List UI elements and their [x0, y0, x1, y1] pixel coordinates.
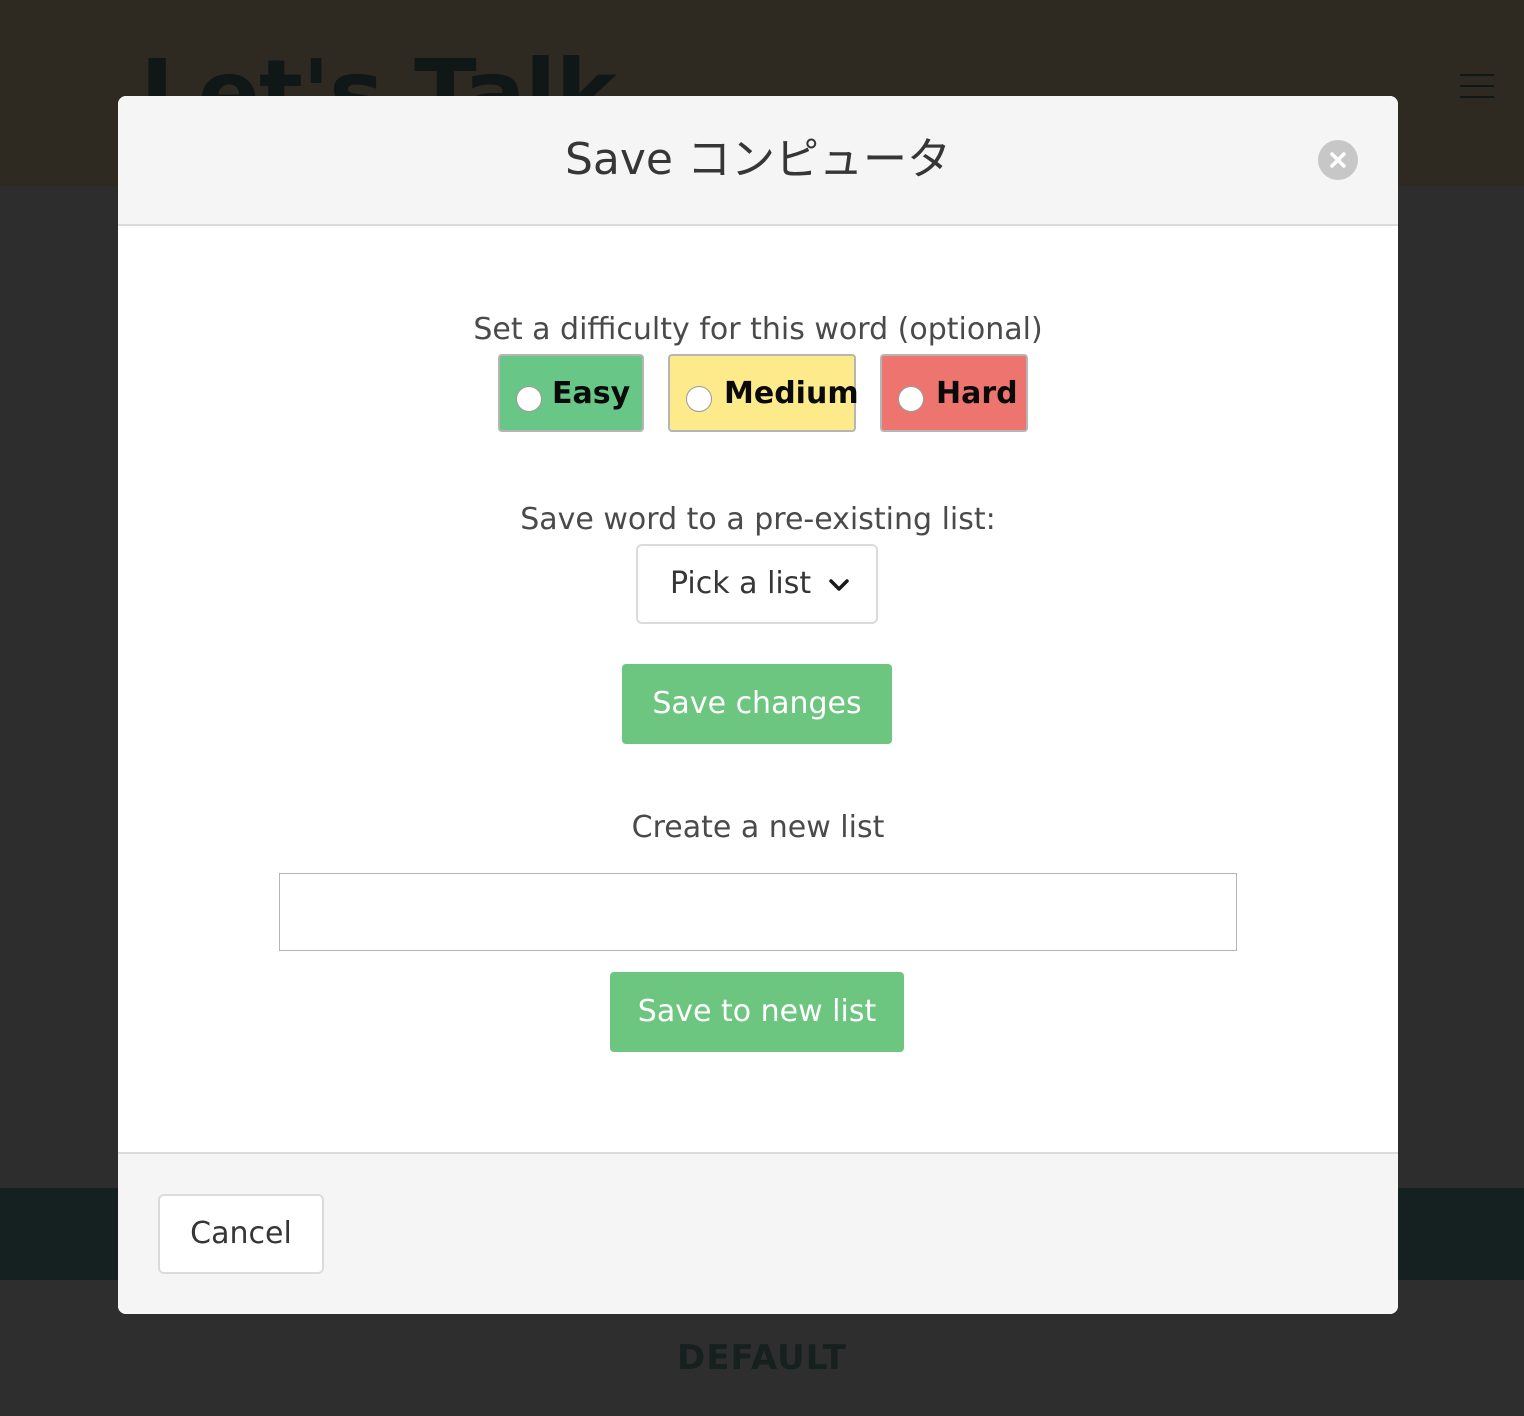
- difficulty-easy-label: Easy: [552, 376, 631, 411]
- modal-body: Set a difficulty for this word (optional…: [118, 226, 1398, 1152]
- difficulty-medium-button[interactable]: Medium: [668, 354, 859, 432]
- difficulty-label: Set a difficulty for this word (optional…: [473, 312, 1043, 347]
- list-select-value: Pick a list: [670, 566, 812, 601]
- difficulty-medium-label: Medium: [724, 376, 859, 411]
- close-icon: [1330, 152, 1346, 168]
- cancel-button[interactable]: Cancel: [158, 1194, 324, 1274]
- chevron-down-icon: [829, 579, 849, 591]
- save-word-modal: Save コンピュータ Set a difficulty for this wo…: [118, 96, 1398, 1314]
- difficulty-easy-button[interactable]: Easy: [498, 354, 644, 432]
- difficulty-hard-label: Hard: [936, 376, 1018, 411]
- modal-footer: Cancel: [118, 1152, 1398, 1314]
- difficulty-hard-radio[interactable]: [898, 386, 924, 412]
- hamburger-icon[interactable]: [1460, 74, 1494, 98]
- difficulty-easy-radio[interactable]: [516, 386, 542, 412]
- modal-title: Save コンピュータ: [565, 134, 951, 185]
- modal-header: Save コンピュータ: [118, 96, 1398, 226]
- default-label: DEFAULT: [677, 1338, 847, 1378]
- existing-list-label: Save word to a pre-existing list:: [520, 502, 996, 537]
- list-select[interactable]: Pick a list: [636, 544, 878, 624]
- difficulty-hard-button[interactable]: Hard: [880, 354, 1028, 432]
- save-to-new-list-button[interactable]: Save to new list: [610, 972, 904, 1052]
- new-list-input[interactable]: [279, 873, 1237, 951]
- save-changes-button[interactable]: Save changes: [622, 664, 892, 744]
- difficulty-medium-radio[interactable]: [686, 386, 712, 412]
- new-list-label: Create a new list: [631, 810, 885, 845]
- close-button[interactable]: [1318, 140, 1358, 180]
